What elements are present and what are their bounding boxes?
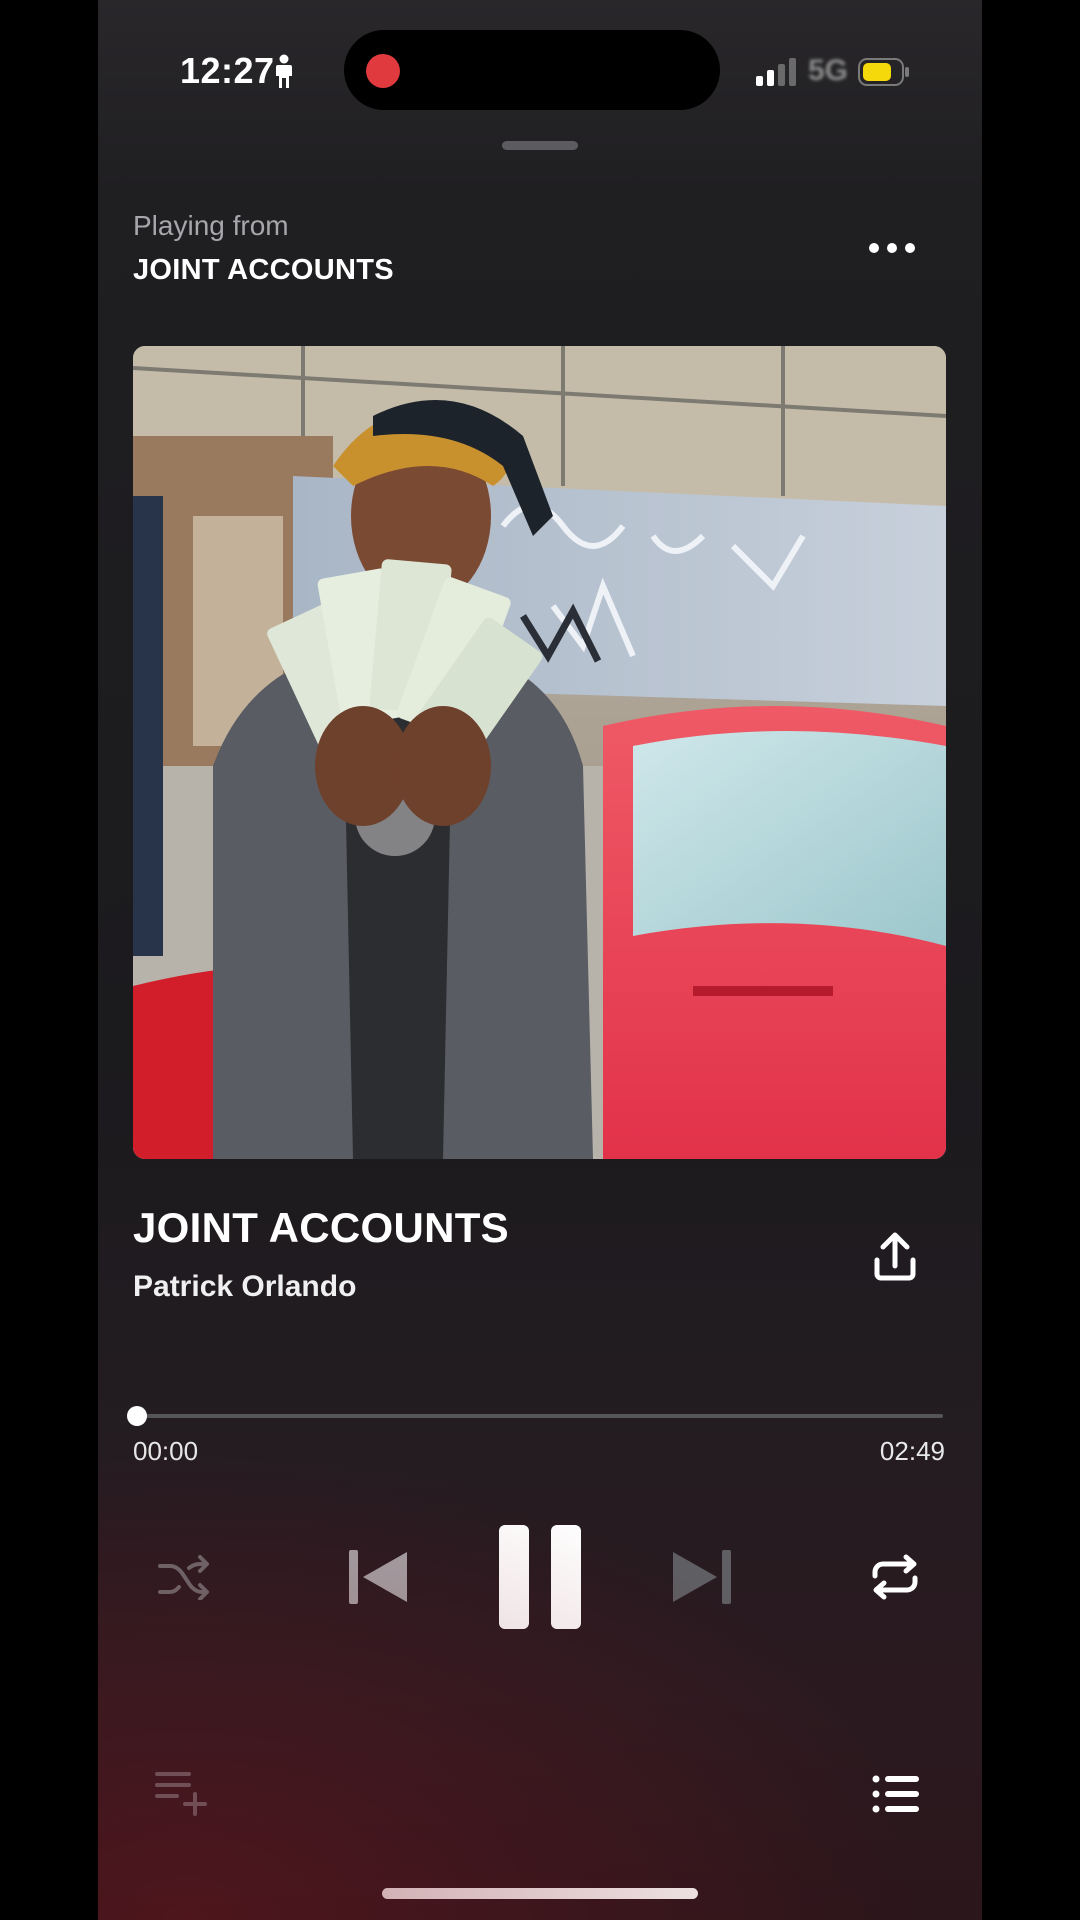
shuffle-icon [158,1555,209,1600]
elapsed-time: 00:00 [133,1436,199,1466]
home-indicator[interactable] [382,1888,698,1899]
next-track-button[interactable] [666,1545,736,1609]
status-time: 12:27 [180,50,275,91]
progress-slider[interactable] [127,1406,943,1426]
track-title: JOINT ACCOUNTS [133,1204,509,1251]
battery-icon [858,58,909,86]
sheet-grabber[interactable] [502,141,578,150]
skip-previous-icon [349,1550,407,1604]
queue-button[interactable] [868,1772,924,1816]
shuffle-button[interactable] [154,1552,214,1602]
track-artist[interactable]: Patrick Orlando [133,1270,356,1304]
pause-icon [499,1525,581,1629]
queue-list-icon [872,1775,919,1813]
total-duration: 02:49 [879,1436,945,1466]
more-options-button[interactable] [858,228,926,268]
share-button[interactable] [868,1230,922,1284]
repeat-icon [872,1554,918,1600]
playlist-add-icon [155,1772,207,1816]
playing-from-label: Playing from [133,210,289,241]
skip-next-icon [673,1550,731,1604]
repeat-button[interactable] [865,1552,925,1602]
previous-track-button[interactable] [344,1545,414,1609]
dynamic-island [344,30,720,110]
cellular-signal-icon [756,58,796,86]
person-icon [276,54,292,88]
recording-indicator-icon [366,54,400,88]
share-upload-icon [874,1232,916,1281]
album-artwork [133,346,946,1159]
network-type: 5G [808,54,849,87]
pause-button[interactable] [492,1520,588,1634]
add-to-queue-button[interactable] [154,1770,210,1816]
progress-knob[interactable] [127,1406,147,1426]
playing-from-source[interactable]: JOINT ACCOUNTS [133,254,394,287]
now-playing-screen: 12:27 5G Playing from JOINT ACCOUNTS JOI… [98,0,982,1920]
more-horizontal-icon [869,243,879,253]
